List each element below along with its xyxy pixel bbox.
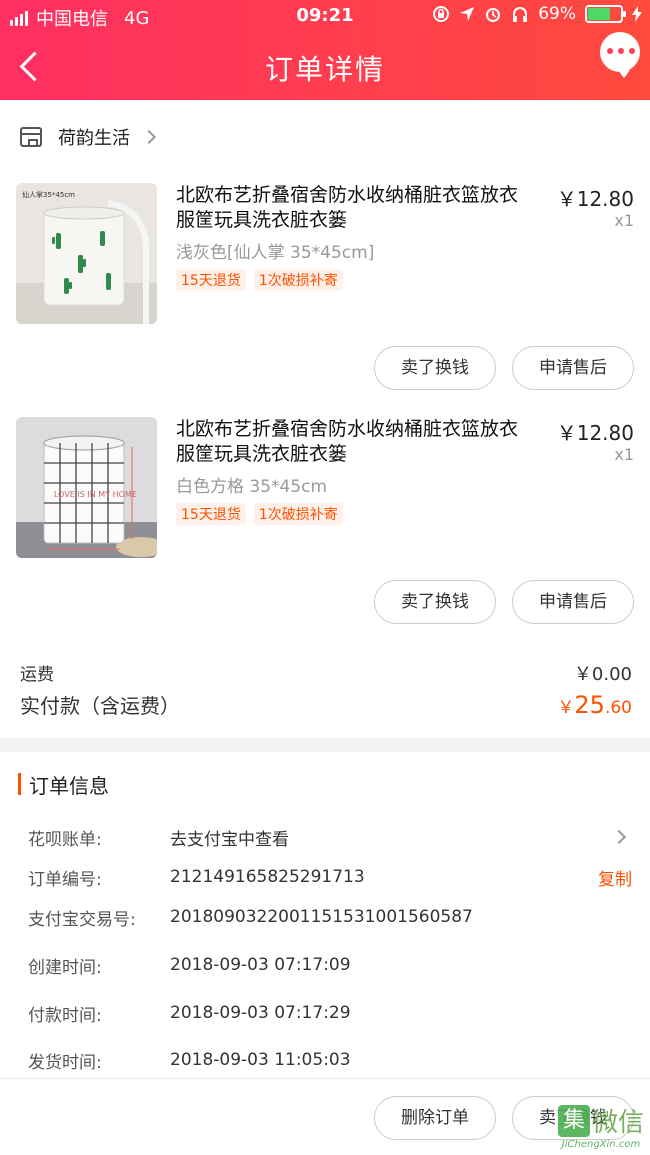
paid-amount: ￥25.60 <box>557 691 632 719</box>
shipped-time-row: 发货时间: 2018-09-03 11:05:03 <box>28 1050 351 1073</box>
headphones-icon <box>513 7 528 22</box>
thumb-label: 仙人掌35*45cm <box>22 190 75 199</box>
order-number: 212149165825291713 <box>170 867 365 887</box>
shipping-label: 运费 <box>20 665 54 685</box>
product-qty: x1 <box>614 445 634 464</box>
product-title[interactable]: 北欧布艺折叠宿舍防水收纳桶脏衣篮放衣服筐玩具洗衣脏衣篓 <box>176 183 536 233</box>
page-title: 订单详情 <box>264 53 385 86</box>
order-info-title: 订单信息 <box>18 770 109 798</box>
status-bar: 中国电信 4G 09:21 69% <box>0 0 650 32</box>
alipay-trade-row: 支付宝交易号: 2018090322001151531001560587 <box>28 907 473 930</box>
paid-label: 实付款（含运费） <box>20 694 180 718</box>
thumb-text: LOVE IS IN MY HOME <box>54 490 137 499</box>
paid-time-row: 付款时间: 2018-09-03 07:17:29 <box>28 1003 351 1026</box>
huabei-row[interactable]: 花呗账单: 去支付宝中查看 <box>28 822 632 852</box>
damage-reship-tag: 1次破损补寄 <box>253 269 343 291</box>
damage-reship-tag: 1次破损补寄 <box>253 503 343 525</box>
battery-percent: 69% <box>538 4 576 24</box>
product-sku: 浅灰色[仙人掌 35*45cm] <box>176 243 375 263</box>
product-qty: x1 <box>614 211 634 230</box>
alarm-icon <box>486 8 501 22</box>
battery-icon <box>585 5 626 23</box>
resell-button[interactable]: 卖了换钱 <box>374 580 496 624</box>
chevron-right-icon <box>611 829 627 845</box>
delete-order-button[interactable]: 删除订单 <box>374 1096 496 1140</box>
watermark: 集 微信 JiChengXin.com <box>557 1102 644 1150</box>
product-image[interactable]: 仙人掌35*45cm <box>16 183 157 324</box>
charging-icon <box>632 6 642 22</box>
message-button[interactable] <box>600 32 640 78</box>
product-price: ￥12.80 <box>556 187 634 211</box>
resell-button[interactable]: 卖了换钱 <box>374 346 496 390</box>
battery-level <box>588 8 611 20</box>
chevron-right-icon <box>141 129 157 145</box>
back-button[interactable] <box>12 44 52 88</box>
shop-icon <box>20 127 42 147</box>
after-sales-button[interactable]: 申请售后 <box>512 580 634 624</box>
footer-bar: 删除订单 卖了换钱 <box>0 1078 650 1155</box>
watermark-url: JiChengXin.com <box>561 1139 641 1150</box>
watermark-text: 微信 <box>591 1108 644 1138</box>
return-tag: 15天退货 <box>176 503 246 525</box>
copy-button[interactable]: 复制 <box>598 865 632 890</box>
watermark-logo: 集 <box>557 1104 590 1137</box>
header: 中国电信 4G 09:21 69% 订单详情 <box>0 0 650 100</box>
nav-bar: 订单详情 <box>0 32 650 100</box>
location-icon <box>460 7 475 21</box>
created-time-row: 创建时间: 2018-09-03 07:17:09 <box>28 955 351 978</box>
paid-row: 实付款（含运费） ￥25.60 <box>20 690 632 719</box>
shipping-row: 运费 ￥0.00 <box>20 660 632 686</box>
product-title[interactable]: 北欧布艺折叠宿舍防水收纳桶脏衣篮放衣服筐玩具洗衣脏衣篓 <box>176 417 536 467</box>
shop-row[interactable]: 荷韵生活 <box>0 115 650 159</box>
shop-name: 荷韵生活 <box>58 128 130 149</box>
section-divider <box>0 738 650 752</box>
product-image[interactable]: LOVE IS IN MY HOME <box>16 417 157 558</box>
chat-bubble-icon <box>607 48 635 54</box>
order-number-row: 订单编号: 212149165825291713 复制 <box>28 862 632 892</box>
shipping-value: ￥0.00 <box>573 664 632 685</box>
product-price: ￥12.80 <box>556 421 634 445</box>
more-menu-icon[interactable] <box>614 62 634 66</box>
rotation-lock-icon <box>433 6 450 22</box>
product-sku: 白色方格 35*45cm <box>176 477 328 497</box>
after-sales-button[interactable]: 申请售后 <box>512 346 634 390</box>
return-tag: 15天退货 <box>176 269 246 291</box>
